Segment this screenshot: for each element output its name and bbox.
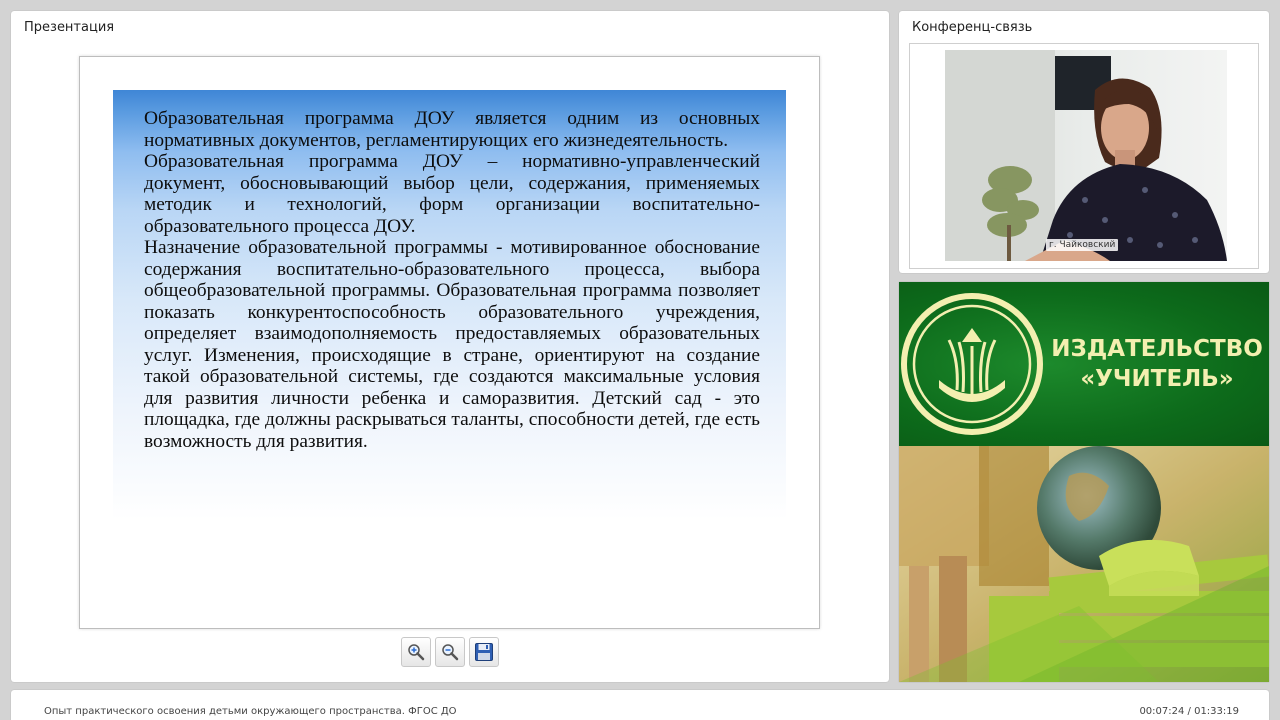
slide-paragraph: Образовательная программа ДОУ – норматив… — [144, 151, 760, 237]
participant-video[interactable]: г. Чайковский — [945, 50, 1227, 261]
publisher-banner-image — [899, 446, 1269, 682]
presentation-panel: Презентация Образовательная программа ДО… — [11, 11, 889, 682]
zoom-in-button[interactable] — [401, 637, 431, 667]
slide-text-box: Образовательная программа ДОУ является о… — [113, 90, 786, 520]
floppy-disk-icon — [475, 643, 493, 661]
publisher-logo — [901, 293, 1043, 435]
conference-panel-title: Конференц-связь — [912, 20, 1033, 35]
slide-toolbar — [401, 637, 499, 669]
slide-paragraph: Назначение образовательной программы - м… — [144, 237, 760, 452]
status-bar: Опыт практического освоения детьми окруж… — [11, 690, 1269, 720]
zoom-out-button[interactable] — [435, 637, 465, 667]
participant-location-label: г. Чайковский — [1046, 239, 1119, 251]
publisher-banner: ИЗДАТЕЛЬСТВО «УЧИТЕЛЬ» — [899, 282, 1269, 682]
publisher-header: ИЗДАТЕЛЬСТВО «УЧИТЕЛЬ» — [899, 282, 1269, 446]
conference-panel: Конференц-связь г. Чайковский — [899, 11, 1269, 273]
video-frame: г. Чайковский — [909, 43, 1259, 269]
playback-time: 00:07:24 / 01:33:19 — [1139, 706, 1239, 717]
books-globe-image — [899, 446, 1269, 682]
video-image — [945, 50, 1227, 261]
zoom-out-icon — [442, 644, 459, 661]
save-button[interactable] — [469, 637, 499, 667]
slide-paragraph: Образовательная программа ДОУ является о… — [144, 108, 760, 151]
zoom-in-icon — [408, 644, 425, 661]
course-title: Опыт практического освоения детьми окруж… — [44, 706, 457, 717]
presentation-slide: Образовательная программа ДОУ является о… — [79, 56, 820, 629]
slide-text: Образовательная программа ДОУ является о… — [144, 108, 760, 452]
publisher-name: ИЗДАТЕЛЬСТВО «УЧИТЕЛЬ» — [1051, 336, 1263, 392]
presentation-panel-title: Презентация — [24, 20, 115, 35]
